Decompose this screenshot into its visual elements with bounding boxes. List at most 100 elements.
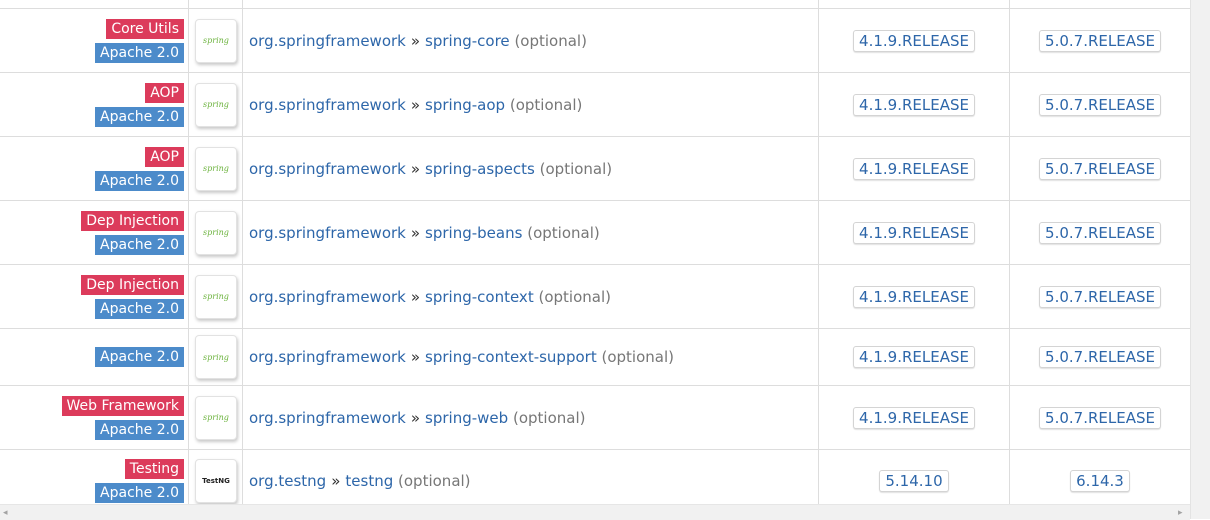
separator: » — [410, 223, 421, 242]
version-link-b[interactable]: 5.0.7.RELEASE — [1039, 346, 1161, 368]
category-badge[interactable]: Testing — [124, 459, 184, 479]
version-link-a[interactable]: 4.1.9.RELEASE — [853, 93, 975, 116]
separator: » — [410, 159, 421, 178]
spring-logo[interactable]: spring — [195, 274, 237, 319]
table-row: AOP Apache 2.0 spring org.springframewor… — [0, 73, 1190, 137]
spring-logo[interactable]: spring — [195, 82, 237, 127]
artifact-cell: org.testng » testng (optional) — [249, 472, 471, 490]
license-badge[interactable]: Apache 2.0 — [95, 347, 184, 367]
artifact-cell: org.springframework» spring-context (opti… — [249, 288, 611, 306]
previous-row-edge — [0, 0, 1190, 9]
spring-logo-icon: spring — [203, 100, 229, 109]
group-link[interactable]: org.springframework — [249, 224, 406, 242]
license-badge[interactable]: Apache 2.0 — [95, 298, 184, 319]
tags-cell: Dep Injection Apache 2.0 — [0, 265, 184, 328]
group-link[interactable]: org.springframework — [249, 288, 406, 306]
group-link[interactable]: org.springframework — [249, 348, 406, 366]
version-cell-b: 5.0.7.RELEASE — [1010, 157, 1190, 180]
version-cell-a: 5.14.10 — [819, 470, 1009, 492]
version-cell-a: 4.1.9.RELEASE — [819, 406, 1009, 429]
table-row: Core Utils Apache 2.0 spring org.springf… — [0, 9, 1190, 73]
version-link-a[interactable]: 4.1.9.RELEASE — [853, 406, 975, 429]
category-badge[interactable]: Dep Injection — [81, 274, 184, 295]
version-link-b[interactable]: 5.0.7.RELEASE — [1039, 406, 1161, 429]
artifact-link[interactable]: testng — [345, 472, 393, 490]
spring-logo[interactable]: spring — [195, 395, 237, 440]
table-row: Dep Injection Apache 2.0 spring org.spri… — [0, 201, 1190, 265]
version-link-b[interactable]: 5.0.7.RELEASE — [1039, 157, 1161, 180]
group-link[interactable]: org.springframework — [249, 32, 406, 50]
spring-logo[interactable]: spring — [195, 146, 237, 191]
version-link-b[interactable]: 5.0.7.RELEASE — [1039, 29, 1161, 52]
group-link[interactable]: org.springframework — [249, 160, 406, 178]
scope-label: (optional) — [514, 31, 587, 50]
artifact-cell: org.springframework» spring-aspects (opti… — [249, 160, 612, 178]
table-row: AOP Apache 2.0 spring org.springframewor… — [0, 137, 1190, 201]
scroll-left-icon[interactable]: ◂ — [3, 508, 8, 518]
spring-logo[interactable]: spring — [195, 18, 237, 63]
version-link-b[interactable]: 5.0.7.RELEASE — [1039, 93, 1161, 116]
testng-logo[interactable]: TestNG — [195, 459, 237, 503]
artifact-link[interactable]: spring-context-support — [425, 348, 597, 366]
license-badge[interactable]: Apache 2.0 — [95, 42, 184, 63]
version-link-b[interactable]: 6.14.3 — [1070, 470, 1130, 492]
category-badge[interactable]: Web Framework — [61, 395, 184, 416]
artifact-link[interactable]: spring-context — [425, 288, 534, 306]
horizontal-scrollbar[interactable]: ◂ ▸ — [0, 504, 1190, 520]
artifact-link[interactable]: spring-core — [425, 32, 510, 50]
testng-logo-icon: TestNG — [202, 477, 230, 485]
vertical-scrollbar[interactable] — [1190, 0, 1210, 519]
artifact-link[interactable]: spring-beans — [425, 224, 522, 242]
artifact-link[interactable]: spring-web — [425, 409, 508, 427]
group-link[interactable]: org.testng — [249, 472, 326, 490]
artifact-cell: org.springframework» spring-beans (option… — [249, 224, 600, 242]
license-badge[interactable]: Apache 2.0 — [95, 483, 184, 503]
table-row: Dep Injection Apache 2.0 spring org.spri… — [0, 265, 1190, 329]
spring-logo[interactable]: spring — [195, 210, 237, 255]
version-cell-a: 4.1.9.RELEASE — [819, 93, 1009, 116]
version-cell-a: 4.1.9.RELEASE — [819, 157, 1009, 180]
version-cell-a: 4.1.9.RELEASE — [819, 29, 1009, 52]
artifact-link[interactable]: spring-aop — [425, 96, 505, 114]
group-link[interactable]: org.springframework — [249, 96, 406, 114]
scroll-right-icon[interactable]: ▸ — [1178, 508, 1183, 518]
license-badge[interactable]: Apache 2.0 — [95, 106, 184, 127]
spring-logo-icon: spring — [203, 413, 229, 422]
spring-logo-icon: spring — [203, 352, 229, 362]
group-link[interactable]: org.springframework — [249, 409, 406, 427]
scope-label: (optional) — [509, 95, 583, 114]
version-link-a[interactable]: 4.1.9.RELEASE — [853, 346, 975, 368]
category-badge[interactable]: Core Utils — [106, 18, 184, 39]
version-cell-b: 5.0.7.RELEASE — [1010, 285, 1190, 308]
artifact-cell: org.springframework» spring-web (optional… — [249, 409, 585, 427]
tags-cell: AOP Apache 2.0 — [0, 137, 184, 200]
version-link-a[interactable]: 4.1.9.RELEASE — [853, 157, 975, 180]
version-cell-b: 5.0.7.RELEASE — [1010, 93, 1190, 116]
version-cell-b: 5.0.7.RELEASE — [1010, 346, 1190, 368]
artifact-link[interactable]: spring-aspects — [425, 160, 535, 178]
version-link-a[interactable]: 5.14.10 — [879, 470, 949, 492]
license-badge[interactable]: Apache 2.0 — [95, 170, 184, 191]
scope-label: (optional) — [539, 159, 613, 178]
category-badge[interactable]: Dep Injection — [81, 210, 184, 231]
version-link-a[interactable]: 4.1.9.RELEASE — [853, 221, 975, 244]
category-badge[interactable]: AOP — [145, 146, 184, 167]
separator: » — [331, 472, 341, 490]
version-link-a[interactable]: 4.1.9.RELEASE — [853, 285, 975, 308]
license-badge[interactable]: Apache 2.0 — [95, 234, 184, 255]
scope-label: (optional) — [601, 348, 674, 366]
version-cell-a: 4.1.9.RELEASE — [819, 285, 1009, 308]
spring-logo[interactable]: spring — [195, 335, 237, 379]
artifact-cell: org.springframework» spring-context-suppo… — [249, 348, 674, 366]
spring-logo-icon: spring — [203, 228, 229, 237]
scope-label: (optional) — [527, 223, 600, 242]
category-badge[interactable]: AOP — [145, 82, 184, 103]
spring-logo-icon: spring — [203, 164, 229, 173]
version-link-b[interactable]: 5.0.7.RELEASE — [1039, 285, 1161, 308]
separator: » — [410, 287, 421, 306]
artifact-cell: org.springframework» spring-core (optiona… — [249, 32, 587, 50]
license-badge[interactable]: Apache 2.0 — [95, 419, 184, 440]
table-row: Apache 2.0 spring org.springframework» sp… — [0, 329, 1190, 386]
version-link-b[interactable]: 5.0.7.RELEASE — [1039, 221, 1161, 244]
version-link-a[interactable]: 4.1.9.RELEASE — [853, 29, 975, 52]
